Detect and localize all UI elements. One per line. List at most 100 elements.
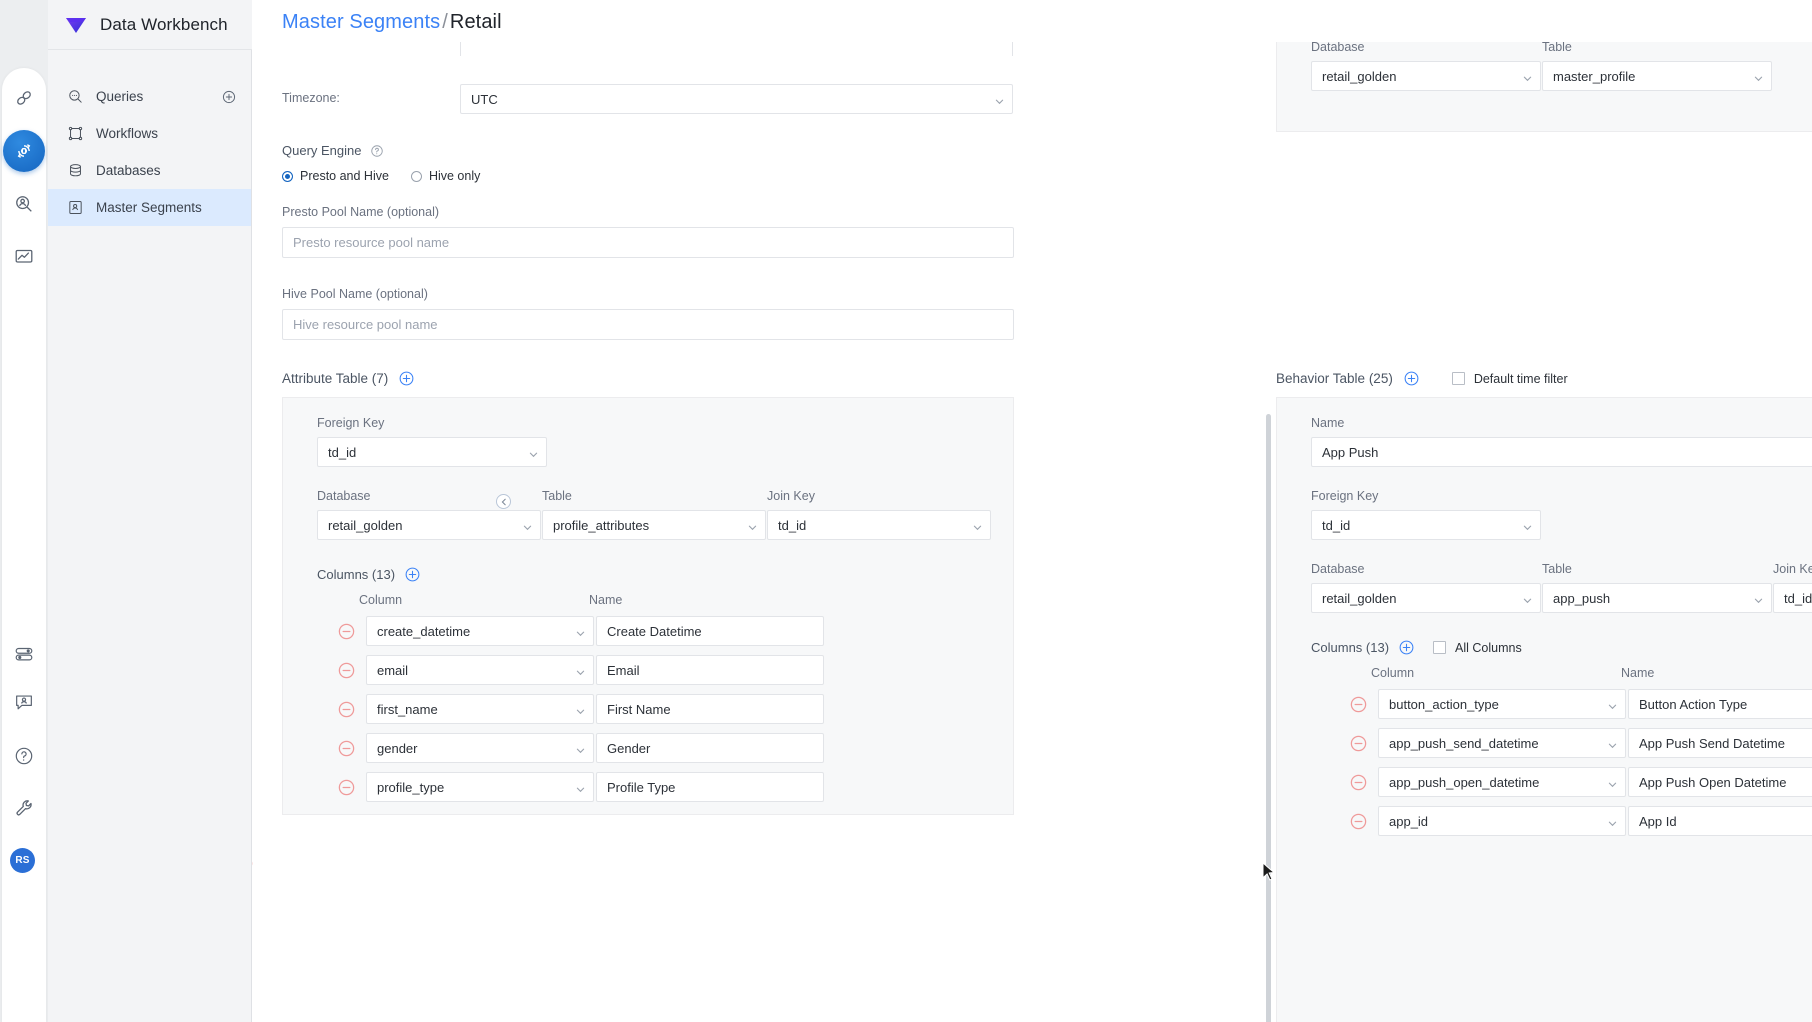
connections-icon[interactable]: [6, 80, 42, 116]
user-avatar[interactable]: RS: [10, 848, 35, 873]
audience-search-icon[interactable]: [6, 186, 42, 222]
remove-column-icon[interactable]: [1349, 812, 1368, 831]
attribute-columns-table-header: Column Name: [317, 593, 991, 607]
sidebar-item-master-segments[interactable]: Master Segments: [48, 189, 251, 226]
behavior-join-key-select[interactable]: td_id: [1773, 583, 1812, 613]
checkbox-indicator: [1433, 641, 1446, 654]
column-select[interactable]: create_datetime: [366, 616, 594, 646]
default-time-filter-checkbox[interactable]: Default time filter: [1452, 372, 1568, 386]
column-name-input[interactable]: App Push Send Datetime: [1628, 728, 1812, 758]
panel-resize-divider[interactable]: [1266, 414, 1271, 1022]
master-segments-gear-icon[interactable]: [3, 130, 45, 172]
column-name-input[interactable]: Profile Type: [596, 772, 824, 802]
brand-header: Data Workbench: [48, 0, 252, 50]
column-value: button_action_type: [1389, 697, 1499, 712]
radio-hive-only[interactable]: Hive only: [411, 169, 480, 183]
feedback-chat-icon[interactable]: [6, 684, 42, 720]
add-query-icon[interactable]: [221, 89, 237, 105]
behavior-foreign-key-select[interactable]: td_id: [1311, 510, 1541, 540]
workflow-nodes-icon: [66, 125, 84, 143]
column-select[interactable]: gender: [366, 733, 594, 763]
radio-presto-and-hive[interactable]: Presto and Hive: [282, 169, 389, 183]
remove-column-icon[interactable]: [337, 661, 356, 680]
attribute-foreign-key-select[interactable]: td_id: [317, 437, 547, 467]
column-name-input[interactable]: Button Action Type: [1628, 689, 1812, 719]
behavior-database-select[interactable]: retail_golden: [1311, 583, 1541, 613]
attribute-table-group: Table profile_attributes: [542, 489, 766, 540]
remove-column-icon[interactable]: [1349, 734, 1368, 753]
column-name-input[interactable]: First Name: [596, 694, 824, 724]
help-circle-icon[interactable]: [370, 144, 384, 158]
remove-column-icon[interactable]: [337, 700, 356, 719]
behavior-foreign-key-group: Foreign Key td_id: [1311, 489, 1812, 540]
plus-circle-icon[interactable]: [1403, 370, 1420, 387]
remove-column-icon[interactable]: [1349, 695, 1368, 714]
all-columns-checkbox[interactable]: All Columns: [1433, 641, 1522, 655]
remove-attribute-table-icon[interactable]: [252, 854, 254, 873]
master-table-select[interactable]: master_profile: [1542, 61, 1772, 91]
analytics-chart-icon[interactable]: [6, 238, 42, 274]
default-time-filter-label: Default time filter: [1474, 372, 1568, 386]
radio-label: Hive only: [429, 169, 480, 183]
attribute-table-select[interactable]: profile_attributes: [542, 510, 766, 540]
chevron-down-icon: [1608, 777, 1617, 786]
clipped-field-above[interactable]: [460, 42, 1013, 56]
remove-column-icon[interactable]: [337, 778, 356, 797]
column-select[interactable]: app_push_send_datetime: [1378, 728, 1626, 758]
master-database-select[interactable]: retail_golden: [1311, 61, 1541, 91]
attribute-database-select[interactable]: retail_golden: [317, 510, 541, 540]
main-area: Master Segments/Retail Timezone: UTC Que…: [252, 0, 1812, 1022]
column-name-input[interactable]: App Id: [1628, 806, 1812, 836]
breadcrumb-master-segments-link[interactable]: Master Segments: [282, 11, 440, 33]
chevron-down-icon: [748, 520, 757, 529]
presto-pool-input[interactable]: Presto resource pool name: [282, 227, 1014, 258]
column-value: profile_type: [377, 780, 444, 795]
attribute-join-key-value: td_id: [778, 518, 806, 533]
remove-column-icon[interactable]: [337, 622, 356, 641]
attribute-table-title: Attribute Table (7): [282, 371, 388, 386]
attribute-foreign-key-label: Foreign Key: [317, 416, 547, 430]
column-name-input[interactable]: Gender: [596, 733, 824, 763]
behavior-join-key-group: Join Key td_id: [1773, 562, 1812, 613]
plus-circle-icon[interactable]: [1398, 639, 1415, 656]
column-select[interactable]: button_action_type: [1378, 689, 1626, 719]
behavior-join-key-label: Join Key: [1773, 562, 1812, 576]
plus-circle-icon[interactable]: [404, 566, 421, 583]
remove-column-icon[interactable]: [337, 739, 356, 758]
column-value: gender: [377, 741, 417, 756]
column-value: app_push_open_datetime: [1389, 775, 1539, 790]
chevron-down-icon: [576, 743, 585, 752]
radio-indicator: [282, 171, 293, 182]
column-select[interactable]: first_name: [366, 694, 594, 724]
column-select[interactable]: email: [366, 655, 594, 685]
behavior-database-value: retail_golden: [1322, 591, 1396, 606]
remove-column-icon[interactable]: [1349, 773, 1368, 792]
attribute-join-key-select[interactable]: td_id: [767, 510, 991, 540]
behavior-columns-header: Columns (13) All Columns: [1311, 639, 1812, 656]
behavior-name-input[interactable]: App Push: [1311, 437, 1812, 467]
sidebar-item-queries[interactable]: Queries: [48, 78, 251, 115]
column-name-input[interactable]: Email: [596, 655, 824, 685]
wrench-icon[interactable]: [6, 790, 42, 826]
behavior-columns-table: Column Name button_action_type Butt: [1311, 666, 1812, 836]
column-select[interactable]: profile_type: [366, 772, 594, 802]
attribute-columns-title: Columns (13): [317, 567, 395, 582]
behavior-table-section: Behavior Table (25) Default time filter …: [1276, 370, 1812, 1022]
timezone-select[interactable]: UTC: [460, 84, 1013, 114]
plus-circle-icon[interactable]: [398, 370, 415, 387]
column-select[interactable]: app_push_open_datetime: [1378, 767, 1626, 797]
table-row: first_name First Name: [317, 694, 991, 724]
column-select[interactable]: app_id: [1378, 806, 1626, 836]
sidebar-item-workflows[interactable]: Workflows: [48, 115, 251, 152]
column-name-input[interactable]: App Push Open Datetime: [1628, 767, 1812, 797]
behavior-table-select[interactable]: app_push: [1542, 583, 1772, 613]
collapse-sidebar-handle[interactable]: [496, 494, 511, 509]
toggles-icon[interactable]: [6, 636, 42, 672]
column-name-input[interactable]: Create Datetime: [596, 616, 824, 646]
chevron-down-icon: [576, 704, 585, 713]
chevron-down-icon: [1608, 816, 1617, 825]
help-circle-icon[interactable]: [6, 738, 42, 774]
sidebar-item-databases[interactable]: Databases: [48, 152, 251, 189]
behavior-name-label: Name: [1311, 416, 1812, 430]
hive-pool-input[interactable]: Hive resource pool name: [282, 309, 1014, 340]
